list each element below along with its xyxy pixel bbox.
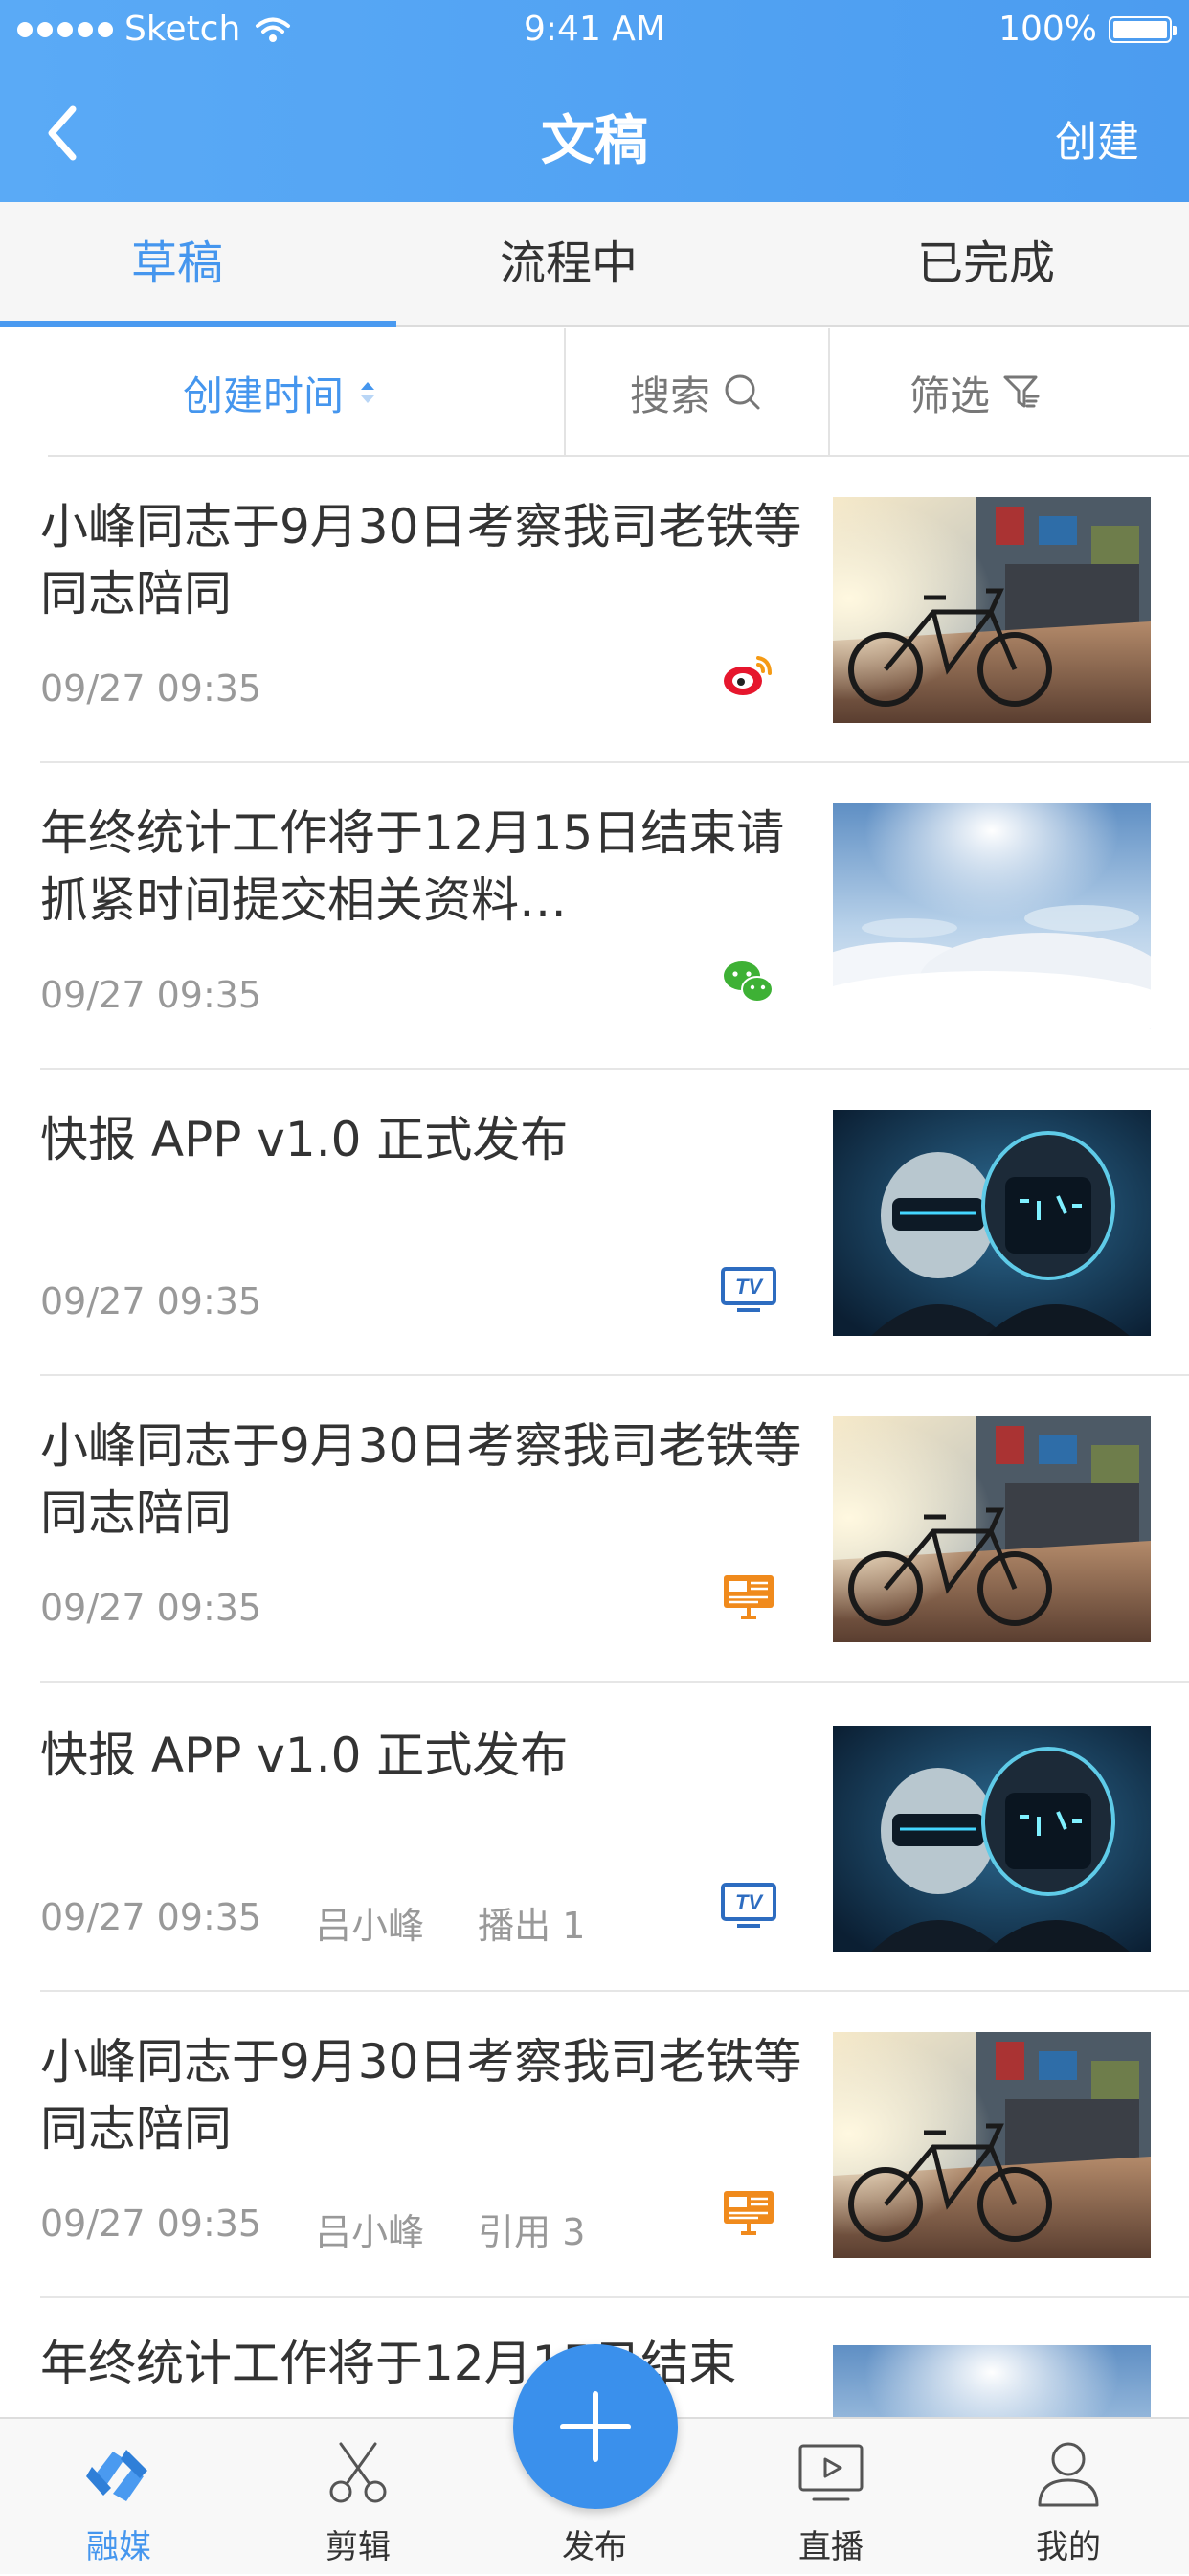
tv-icon: TV (721, 1883, 776, 1928)
search-icon (725, 374, 760, 410)
media-fusion-icon (86, 2450, 147, 2501)
list-item[interactable]: 快报 APP v1.0 正式发布 09/27 09:35 TV (0, 1070, 1189, 1376)
robot-helmets-photo (833, 1726, 1151, 1952)
battery-percent: 100% (998, 10, 1097, 49)
article-meta: 09/27 09:35 (40, 667, 315, 710)
article-title: 快报 APP v1.0 正式发布 (40, 1728, 569, 1783)
search-button[interactable]: 搜索 (566, 328, 828, 457)
web-screen-icon (724, 2191, 774, 2235)
page-title: 文稿 (541, 110, 648, 172)
list-item[interactable]: 小峰同志于9月30日考察我司老铁等同志陪同 09/27 09:35 吕小峰 引用… (0, 1992, 1189, 2298)
article-meta: 09/27 09:35 吕小峰 播出 1 (40, 1896, 639, 1949)
sort-by-create-time[interactable]: 创建时间 (0, 328, 565, 457)
article-title: 快报 APP v1.0 正式发布 (40, 1112, 569, 1167)
live-screen-icon (798, 2444, 864, 2501)
create-button[interactable]: 创建 (1055, 107, 1139, 169)
tab-label: 融媒 (86, 2528, 151, 2566)
article-author: 吕小峰 (315, 1905, 425, 1947)
article-stat: 播出 1 (478, 1905, 586, 1947)
robot-helmets-photo (833, 1110, 1151, 1336)
article-time: 09/27 09:35 (40, 974, 262, 1016)
article-title: 小峰同志于9月30日考察我司老铁等同志陪同 (40, 499, 802, 621)
sort-label: 创建时间 (182, 372, 344, 419)
tab-drafts[interactable]: 草稿 (0, 202, 354, 327)
tab-label: 直播 (798, 2528, 864, 2566)
article-meta: 09/27 09:35 (40, 1280, 315, 1322)
article-title: 小峰同志于9月30日考察我司老铁等同志陪同 (40, 2034, 802, 2157)
svg-text:TV: TV (735, 1275, 764, 1299)
weibo-icon (724, 656, 772, 695)
street-bicycle-photo (833, 2032, 1151, 2258)
article-time: 09/27 09:35 (40, 1587, 262, 1629)
article-time: 09/27 09:35 (40, 1896, 262, 1938)
battery-icon (1109, 15, 1177, 43)
article-author: 吕小峰 (315, 2211, 425, 2253)
web-screen-icon (724, 1575, 774, 1619)
tab-completed[interactable]: 已完成 (785, 202, 1187, 327)
filter-bar: 创建时间 搜索 筛选 (0, 328, 1189, 457)
article-meta: 09/27 09:35 (40, 1587, 315, 1629)
filter-label: 筛选 (909, 372, 990, 419)
article-time: 09/27 09:35 (40, 667, 262, 710)
article-stat: 引用 3 (478, 2211, 586, 2253)
plus-icon (560, 2391, 631, 2462)
profile-icon (1038, 2442, 1099, 2507)
article-time: 09/27 09:35 (40, 1280, 262, 1322)
filter-button[interactable]: 筛选 (830, 328, 1123, 457)
tab-edit[interactable]: 剪辑 (262, 2419, 454, 2576)
street-bicycle-photo (833, 497, 1151, 723)
status-bar: Sketch 9:41 AM 100% (0, 0, 1189, 63)
article-meta: 09/27 09:35 (40, 974, 315, 1016)
article-meta: 09/27 09:35 吕小峰 引用 3 (40, 2203, 639, 2255)
article-time: 09/27 09:35 (40, 2203, 262, 2245)
sky-clouds-photo (833, 2345, 1151, 2417)
wechat-icon (724, 961, 774, 1003)
active-tab-indicator (0, 321, 396, 327)
funnel-icon (1003, 375, 1040, 408)
header: Sketch 9:41 AM 100% 文稿 创建 (0, 0, 1189, 202)
publish-button[interactable] (513, 2344, 678, 2509)
list-item[interactable]: 年终统计工作将于12月15日结束请抓紧时间提交相关资料… 09/27 09:35 (0, 763, 1189, 1070)
row-divider (40, 1681, 1189, 1683)
tv-icon: TV (721, 1267, 776, 1312)
tab-label: 剪辑 (325, 2528, 391, 2566)
tab-in-progress[interactable]: 流程中 (396, 202, 741, 327)
svg-text:TV: TV (735, 1890, 764, 1914)
list-item[interactable]: 小峰同志于9月30日考察我司老铁等同志陪同 09/27 09:35 (0, 457, 1189, 763)
article-title: 小峰同志于9月30日考察我司老铁等同志陪同 (40, 1418, 802, 1541)
list-item[interactable]: 小峰同志于9月30日考察我司老铁等同志陪同 09/27 09:35 (0, 1376, 1189, 1683)
search-label: 搜索 (629, 372, 710, 419)
list-item[interactable]: 快报 APP v1.0 正式发布 09/27 09:35 吕小峰 播出 1 TV (0, 1685, 1189, 1992)
row-divider (40, 2296, 1189, 2298)
tab-label: 发布 (562, 2528, 627, 2566)
navigation-bar: 文稿 创建 (0, 63, 1189, 202)
tab-label: 我的 (1036, 2528, 1101, 2566)
article-title: 年终统计工作将于12月15日结束请抓紧时间提交相关资料… (40, 805, 785, 928)
tab-live[interactable]: 直播 (735, 2419, 927, 2576)
scissors-icon (329, 2442, 387, 2503)
status-tabs: 草稿 流程中 已完成 (0, 202, 1189, 327)
sky-clouds-photo (833, 803, 1151, 1029)
street-bicycle-photo (833, 1416, 1151, 1642)
tab-profile[interactable]: 我的 (973, 2419, 1164, 2576)
tab-media-fusion[interactable]: 融媒 (23, 2419, 214, 2576)
sort-arrows-icon (361, 382, 374, 403)
